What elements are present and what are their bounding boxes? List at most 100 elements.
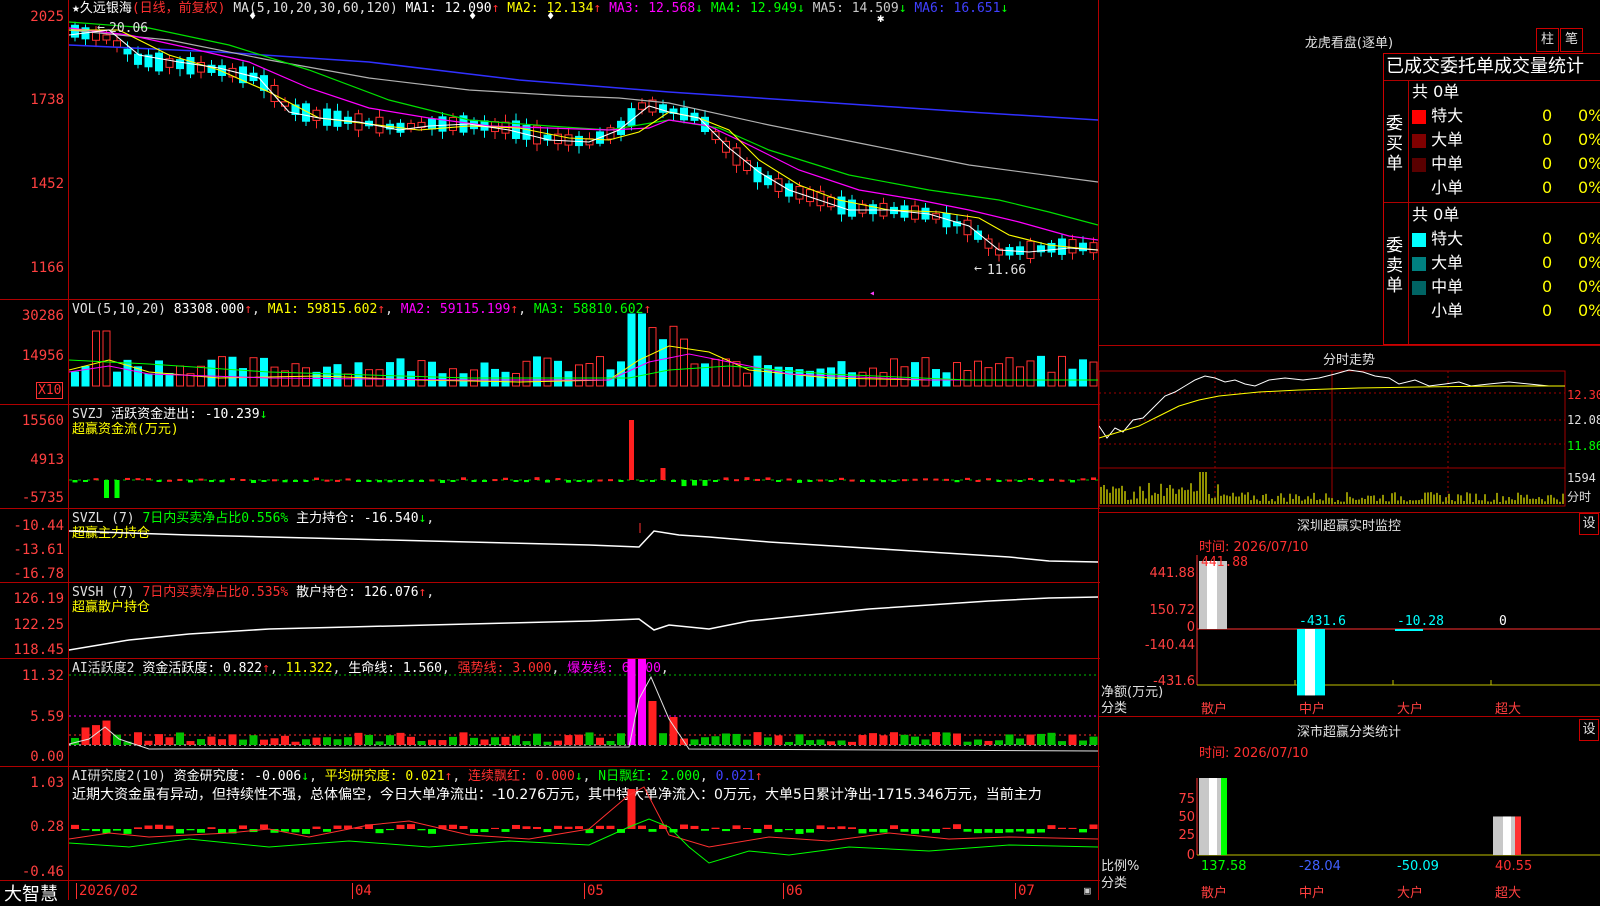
ai-research-bar [680, 824, 688, 829]
svzj-bar [660, 468, 666, 480]
ai-research-y-tick: 1.03 [30, 775, 64, 791]
sz-monitor-settings-button[interactable]: 设 [1579, 513, 1599, 535]
ai-research-bar [186, 829, 195, 831]
right-panel-title: 龙虎看盘(逐单) [1304, 36, 1394, 51]
ai-research-bar [806, 829, 814, 833]
candle [428, 118, 436, 130]
ai-active-bar [858, 735, 867, 745]
ai-research-bar [512, 824, 520, 829]
volume-bar [690, 363, 699, 387]
sz-class-settings-button[interactable]: 设 [1579, 719, 1599, 741]
legend-swatch [1412, 109, 1426, 124]
sz-class-bar-edge [1221, 778, 1227, 855]
candle [806, 189, 814, 203]
intraday-chart[interactable]: 12.30 12.08 11.86 1594 分时 [1099, 366, 1600, 511]
sz-monitor-bar-highlight [1305, 629, 1315, 696]
candle [564, 134, 573, 146]
ai-research-bar [134, 827, 142, 829]
ai-research-bar [711, 827, 720, 829]
ai-active-bar [774, 735, 783, 745]
svzj-bar [408, 480, 414, 482]
svzj-bar [807, 480, 813, 482]
dividend-marker-icon: ♦ [469, 9, 476, 23]
ai-active-bar [764, 737, 772, 745]
svzj-y-tick: 15560 [21, 413, 64, 429]
ai-active-bar [711, 736, 720, 745]
volume-bar [585, 363, 594, 387]
ai-research-bar [774, 829, 783, 833]
svzj-bar [744, 477, 750, 480]
svzj-bar [534, 477, 540, 480]
price-candlestick-chart[interactable]: ← 20.06 ← 11.66 ♦ ♦ ♦ ✱ ◂ [69, 0, 1098, 298]
candle [333, 110, 342, 127]
lock-icon[interactable]: ▣ [1084, 884, 1091, 897]
volume-bar [291, 363, 300, 387]
svsh-chart[interactable] [69, 583, 1098, 658]
price-y-tick: 1452 [30, 176, 64, 192]
panel-separator [0, 880, 1100, 881]
svzl-chart[interactable] [69, 509, 1098, 582]
ai-active-bar [638, 659, 646, 745]
svzj-bar [1059, 479, 1065, 482]
sz-class-y-tick: 0 [1186, 848, 1195, 863]
sz-class-y-tick: 50 [1178, 810, 1195, 825]
ai-research-bar [722, 829, 730, 832]
svzj-bar [524, 480, 529, 483]
sz-y-tick: 150.72 [1149, 603, 1196, 618]
svzj-bar [975, 479, 981, 482]
svzj-bar [986, 478, 991, 481]
ai-active-bar [344, 737, 352, 745]
ai-research-bar [323, 829, 331, 832]
volume-bar [1026, 360, 1035, 387]
ai-active-y-tick: 0.00 [30, 749, 64, 765]
volume-bar [1058, 355, 1066, 387]
svzl-y-tick: -10.44 [13, 518, 64, 534]
svzj-chart[interactable] [69, 405, 1098, 508]
ai-active-bar [207, 736, 216, 745]
svzj-bar [198, 478, 204, 481]
high-marker-value: 20.06 [109, 21, 148, 36]
svzj-bar [72, 480, 78, 483]
candle [1089, 242, 1098, 254]
svzj-bar [1028, 477, 1033, 480]
ai-active-bar [354, 732, 363, 745]
volume-bar [974, 360, 982, 387]
volume-bar [1089, 361, 1098, 387]
ai-research-bar [1089, 824, 1098, 829]
volume-bar [659, 339, 667, 387]
ai-active-bar [134, 732, 142, 745]
tab-bar-view[interactable]: 柱 [1536, 28, 1559, 52]
ai-active-bar [953, 733, 961, 745]
svzj-bar [545, 480, 550, 483]
left-chart-area[interactable]: ★久远银海(日线，前复权) MA(5,10,20,30,60,120) MA1:… [0, 0, 1100, 905]
ai-active-bar [165, 737, 174, 745]
svzj-bar [723, 477, 729, 480]
ai-research-chart[interactable] [69, 767, 1098, 880]
ai-active-bar [260, 739, 268, 745]
volume-bar [249, 357, 258, 387]
sz-bar-value: -10.28 [1397, 614, 1444, 629]
sell-row-xl: 特大00% [1412, 227, 1600, 251]
volume-bar [711, 358, 720, 387]
svzj-bar [93, 478, 99, 481]
svzj-bar [282, 480, 288, 483]
ai-active-bar [627, 659, 636, 745]
volume-bar [627, 313, 636, 387]
svzj-bar [681, 480, 687, 487]
ai-active-bar [197, 739, 205, 745]
ai-active-bar [302, 739, 310, 745]
buy-row-xl: 特大00% [1412, 104, 1600, 128]
vol-unit-badge: X10 [36, 382, 64, 399]
svzj-bar [146, 478, 151, 481]
date-label: 05 [584, 883, 604, 899]
ai-research-bar [848, 827, 856, 829]
ai-research-bar [984, 829, 993, 833]
ai-active-bar [564, 735, 573, 745]
svzj-bar [671, 480, 676, 482]
tab-tick-view[interactable]: 笔 [1560, 28, 1583, 52]
ai-active-chart[interactable] [69, 659, 1098, 766]
volume-chart[interactable] [69, 300, 1098, 404]
ai-active-bar [869, 733, 877, 745]
sz-monitor-bar [1395, 629, 1423, 631]
order-stats-box: 已成交委托单成交量统计 委买单 共 0单 特大00% 大单00% 中单00% 小… [1383, 53, 1600, 345]
